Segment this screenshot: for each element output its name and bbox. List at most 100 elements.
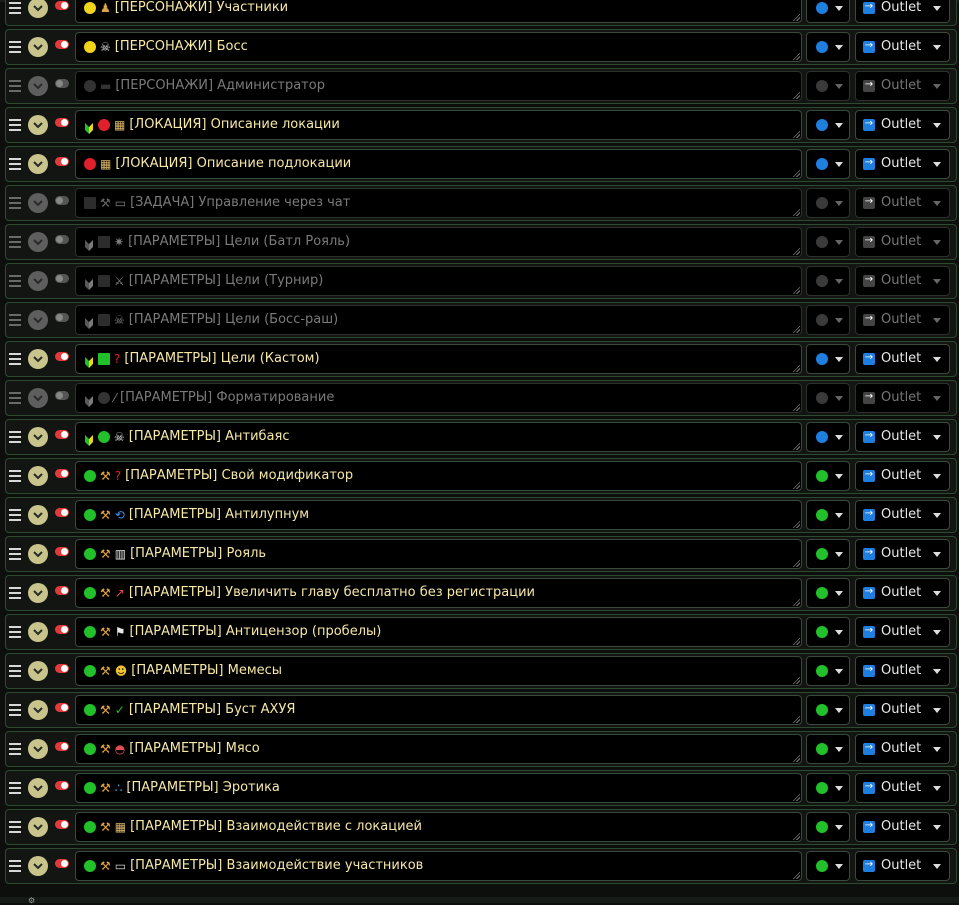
resize-grip-icon[interactable] [792, 52, 800, 60]
drag-handle-icon[interactable] [9, 818, 21, 834]
enable-toggle[interactable] [55, 664, 69, 673]
drag-handle-icon[interactable] [9, 155, 21, 171]
prompt-name-field[interactable]: ☠ [ПЕРСОНАЖИ] Босс [75, 32, 802, 62]
prompt-name-field[interactable]: ▬ [ПЕРСОНАЖИ] Администратор [75, 71, 802, 101]
resize-grip-icon[interactable] [792, 169, 800, 177]
target-select[interactable]: Outlet [855, 344, 950, 374]
target-select[interactable]: Outlet [855, 773, 950, 803]
color-select[interactable] [806, 71, 850, 101]
resize-grip-icon[interactable] [792, 676, 800, 684]
enable-toggle[interactable] [55, 703, 69, 712]
enable-toggle[interactable] [55, 508, 69, 517]
drag-handle-icon[interactable] [9, 0, 21, 15]
resize-grip-icon[interactable] [792, 793, 800, 801]
color-select[interactable] [806, 422, 850, 452]
enable-toggle[interactable] [55, 859, 69, 868]
prompt-name-field[interactable]: ♟ [ПЕРСОНАЖИ] Участники [75, 0, 802, 23]
chevron-down-icon[interactable] [28, 349, 48, 369]
prompt-name-field[interactable]: ⚒ ⟲ [ПАРАМЕТРЫ] Антилупнум [75, 500, 802, 530]
drag-handle-icon[interactable] [9, 311, 21, 327]
enable-toggle[interactable] [55, 430, 69, 439]
chevron-down-icon[interactable] [28, 193, 48, 213]
target-select[interactable]: Outlet [855, 71, 950, 101]
chevron-down-icon[interactable] [28, 778, 48, 798]
drag-handle-icon[interactable] [9, 857, 21, 873]
drag-handle-icon[interactable] [9, 350, 21, 366]
color-select[interactable] [806, 656, 850, 686]
enable-toggle[interactable] [55, 157, 69, 166]
chevron-down-icon[interactable] [28, 739, 48, 759]
prompt-name-field[interactable]: ⚒ ▥ [ПАРАМЕТРЫ] Рояль [75, 539, 802, 569]
enable-toggle[interactable] [55, 313, 69, 322]
drag-handle-icon[interactable] [9, 467, 21, 483]
prompt-name-field[interactable]: ? [ПАРАМЕТРЫ] Цели (Кастом) [75, 344, 802, 374]
prompt-name-field[interactable]: ✷ [ПАРАМЕТРЫ] Цели (Батл Рояль) [75, 227, 802, 257]
color-select[interactable] [806, 578, 850, 608]
resize-grip-icon[interactable] [792, 715, 800, 723]
prompt-name-field[interactable]: ⚔ [ПАРАМЕТРЫ] Цели (Турнир) [75, 266, 802, 296]
prompt-name-field[interactable]: ☠ [ПАРАМЕТРЫ] Антибаяс [75, 422, 802, 452]
prompt-name-field[interactable]: ⚒ ◓ [ПАРАМЕТРЫ] Мясо [75, 734, 802, 764]
resize-grip-icon[interactable] [792, 442, 800, 450]
drag-handle-icon[interactable] [9, 116, 21, 132]
enable-toggle[interactable] [55, 469, 69, 478]
drag-handle-icon[interactable] [9, 194, 21, 210]
resize-grip-icon[interactable] [792, 832, 800, 840]
chevron-down-icon[interactable] [28, 505, 48, 525]
drag-handle-icon[interactable] [9, 506, 21, 522]
chevron-down-icon[interactable] [28, 622, 48, 642]
chevron-down-icon[interactable] [28, 466, 48, 486]
target-select[interactable]: Outlet [855, 851, 950, 881]
prompt-name-field[interactable]: ▦ [ЛОКАЦИЯ] Описание подлокации [75, 149, 802, 179]
drag-handle-icon[interactable] [9, 389, 21, 405]
target-select[interactable]: Outlet [855, 539, 950, 569]
chevron-down-icon[interactable] [28, 232, 48, 252]
resize-grip-icon[interactable] [792, 130, 800, 138]
enable-toggle[interactable] [55, 781, 69, 790]
chevron-down-icon[interactable] [28, 154, 48, 174]
color-select[interactable] [806, 461, 850, 491]
enable-toggle[interactable] [55, 118, 69, 127]
resize-grip-icon[interactable] [792, 325, 800, 333]
target-select[interactable]: Outlet [855, 149, 950, 179]
prompt-name-field[interactable]: ⚒ ↗ [ПАРАМЕТРЫ] Увеличить главу бесплатно … [75, 578, 802, 608]
drag-handle-icon[interactable] [9, 233, 21, 249]
drag-handle-icon[interactable] [9, 662, 21, 678]
target-select[interactable]: Outlet [855, 812, 950, 842]
color-select[interactable] [806, 110, 850, 140]
color-select[interactable] [806, 0, 850, 23]
color-select[interactable] [806, 188, 850, 218]
target-select[interactable]: Outlet [855, 656, 950, 686]
drag-handle-icon[interactable] [9, 701, 21, 717]
color-select[interactable] [806, 617, 850, 647]
enable-toggle[interactable] [55, 235, 69, 244]
drag-handle-icon[interactable] [9, 584, 21, 600]
target-select[interactable]: Outlet [855, 578, 950, 608]
target-select[interactable]: Outlet [855, 0, 950, 23]
resize-grip-icon[interactable] [792, 247, 800, 255]
target-select[interactable]: Outlet [855, 422, 950, 452]
target-select[interactable]: Outlet [855, 32, 950, 62]
chevron-down-icon[interactable] [28, 427, 48, 447]
chevron-down-icon[interactable] [28, 310, 48, 330]
color-select[interactable] [806, 305, 850, 335]
prompt-name-field[interactable]: ⁄ [ПАРАМЕТРЫ] Форматирование [75, 383, 802, 413]
enable-toggle[interactable] [55, 1, 69, 10]
resize-grip-icon[interactable] [792, 364, 800, 372]
prompt-name-field[interactable]: ⚒ ∴ [ПАРАМЕТРЫ] Эротика [75, 773, 802, 803]
resize-grip-icon[interactable] [792, 91, 800, 99]
enable-toggle[interactable] [55, 391, 69, 400]
drag-handle-icon[interactable] [9, 428, 21, 444]
target-select[interactable]: Outlet [855, 383, 950, 413]
enable-toggle[interactable] [55, 586, 69, 595]
color-select[interactable] [806, 149, 850, 179]
target-select[interactable]: Outlet [855, 617, 950, 647]
color-select[interactable] [806, 695, 850, 725]
prompt-name-field[interactable]: ▦ [ЛОКАЦИЯ] Описание локации [75, 110, 802, 140]
drag-handle-icon[interactable] [9, 779, 21, 795]
resize-grip-icon[interactable] [792, 637, 800, 645]
drag-handle-icon[interactable] [9, 740, 21, 756]
enable-toggle[interactable] [55, 547, 69, 556]
prompt-name-field[interactable]: ⚒ ⚑ [ПАРАМЕТРЫ] Антицензор (пробелы) [75, 617, 802, 647]
target-select[interactable]: Outlet [855, 110, 950, 140]
